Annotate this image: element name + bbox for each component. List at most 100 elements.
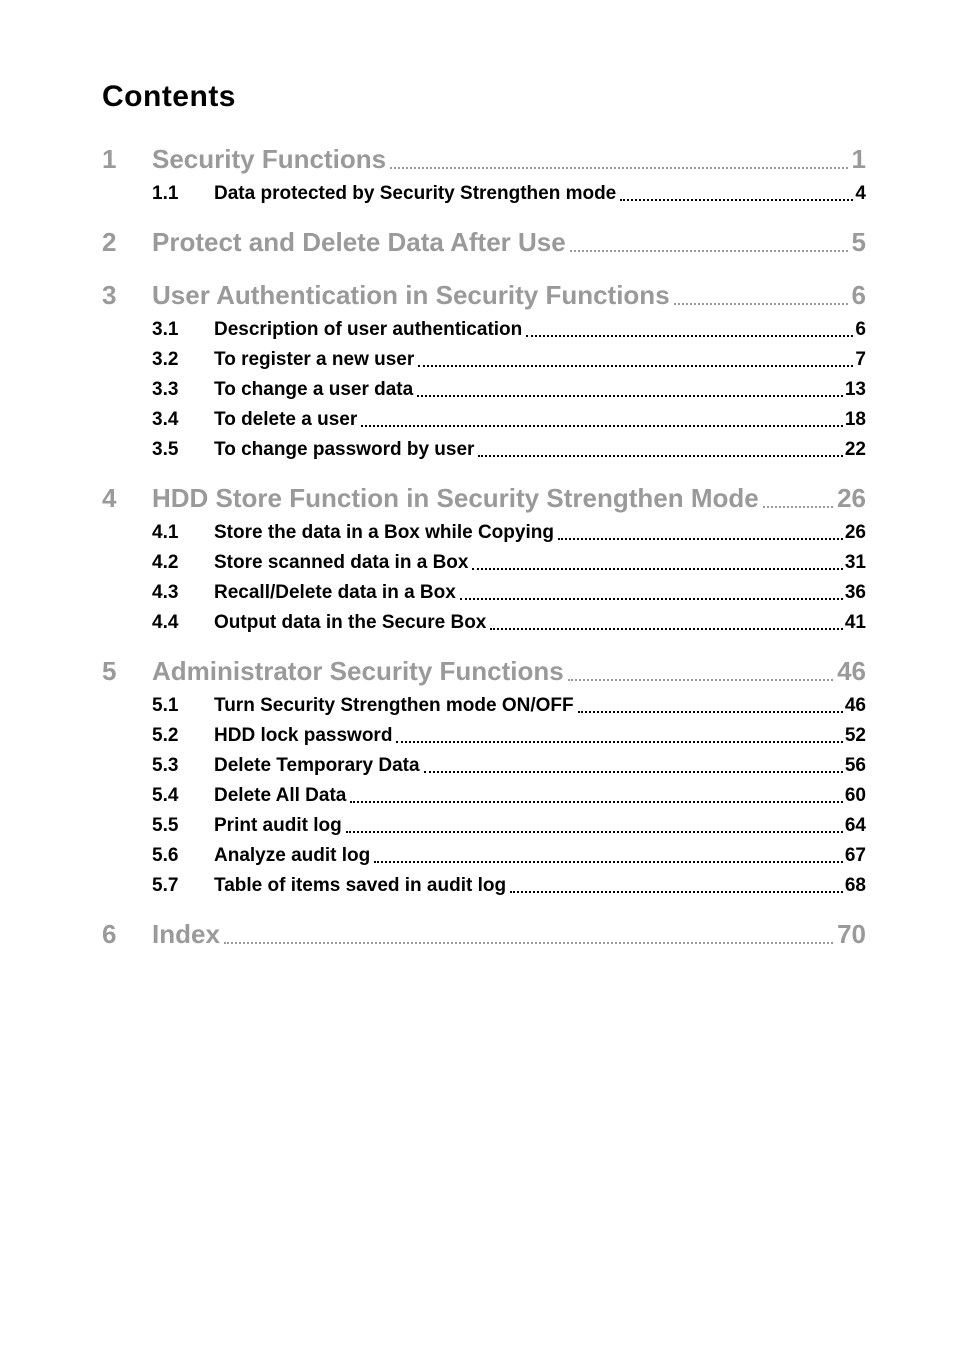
sub-title: Store scanned data in a Box (214, 552, 468, 574)
sub-title: Description of user authentication (214, 319, 522, 341)
sub-title: To delete a user (214, 409, 357, 431)
sub-page-number: 13 (845, 379, 866, 401)
chapter-page-number: 1 (852, 144, 866, 175)
chapter-page-number: 6 (852, 280, 866, 311)
sub-title: Delete All Data (214, 785, 346, 807)
sub-title: HDD lock password (214, 725, 392, 747)
chapter-body: Index 70 (152, 919, 866, 950)
sub-number: 4.1 (152, 522, 214, 544)
toc-chapter-row[interactable]: 1Security Functions 1 (102, 144, 866, 175)
sub-title: Delete Temporary Data (214, 755, 420, 777)
chapter-body: User Authentication in Security Function… (152, 280, 866, 311)
chapter-title: Administrator Security Functions (152, 656, 564, 687)
sub-page-number: 64 (845, 815, 866, 837)
contents-title: Contents (102, 80, 866, 114)
toc-sub-row[interactable]: 3.1Description of user authentication6 (102, 319, 866, 341)
toc-sub-row[interactable]: 3.2To register a new user7 (102, 349, 866, 371)
toc-sub-row[interactable]: 5.2HDD lock password 52 (102, 725, 866, 747)
chapter-page-number: 26 (837, 483, 866, 514)
dot-leader (417, 395, 843, 397)
sub-title: Recall/Delete data in a Box (214, 582, 456, 604)
dot-leader (350, 801, 843, 803)
sub-title: Output data in the Secure Box (214, 612, 486, 634)
sub-number: 5.1 (152, 695, 214, 717)
chapter-body: Security Functions 1 (152, 144, 866, 175)
toc-sub-row[interactable]: 3.5To change password by user22 (102, 439, 866, 461)
sub-title: To change password by user (214, 439, 474, 461)
toc-chapter-row[interactable]: 3User Authentication in Security Functio… (102, 280, 866, 311)
dot-leader (390, 167, 847, 169)
dot-leader (578, 711, 843, 713)
sub-number: 3.1 (152, 319, 214, 341)
toc-chapter-row[interactable]: 5Administrator Security Functions46 (102, 656, 866, 687)
sub-number: 3.3 (152, 379, 214, 401)
page: Contents 1Security Functions 1 1.1Data pro… (0, 0, 954, 1352)
sub-page-number: 36 (845, 582, 866, 604)
sub-number: 4.3 (152, 582, 214, 604)
sub-page-number: 46 (845, 695, 866, 717)
sub-page-number: 52 (845, 725, 866, 747)
dot-leader (568, 679, 833, 681)
toc-sub-row[interactable]: 4.2Store scanned data in a Box 31 (102, 552, 866, 574)
sub-number: 3.2 (152, 349, 214, 371)
sub-number: 4.2 (152, 552, 214, 574)
toc-sub-row[interactable]: 5.5Print audit log64 (102, 815, 866, 837)
toc-sub-row[interactable]: 4.4Output data in the Secure Box41 (102, 612, 866, 634)
toc-sub-row[interactable]: 3.4To delete a user 18 (102, 409, 866, 431)
toc-section: 6Index 70 (102, 919, 866, 950)
chapter-body: Protect and Delete Data After Use5 (152, 227, 866, 258)
toc-sub-row[interactable]: 5.6Analyze audit log67 (102, 845, 866, 867)
toc-sub-row[interactable]: 3.3To change a user data13 (102, 379, 866, 401)
dot-leader (424, 771, 843, 773)
toc-chapter-row[interactable]: 6Index 70 (102, 919, 866, 950)
sub-number: 5.4 (152, 785, 214, 807)
sub-page-number: 60 (845, 785, 866, 807)
chapter-page-number: 70 (837, 919, 866, 950)
sub-number: 5.7 (152, 875, 214, 897)
sub-page-number: 67 (845, 845, 866, 867)
sub-title: Data protected by Security Strengthen mo… (214, 183, 616, 205)
toc-sub-row[interactable]: 1.1Data protected by Security Strengthen… (102, 183, 866, 205)
toc-sub-row[interactable]: 5.3Delete Temporary Data 56 (102, 755, 866, 777)
sub-number: 1.1 (152, 183, 214, 205)
chapter-number: 2 (102, 227, 152, 258)
chapter-title: User Authentication in Security Function… (152, 280, 670, 311)
sub-page-number: 68 (845, 875, 866, 897)
toc-section: 5Administrator Security Functions46 5.1Tu… (102, 656, 866, 897)
dot-leader (510, 891, 843, 893)
chapter-number: 6 (102, 919, 152, 950)
toc-section: 4HDD Store Function in Security Strength… (102, 483, 866, 634)
chapter-title: Protect and Delete Data After Use (152, 227, 566, 258)
sub-number: 3.4 (152, 409, 214, 431)
sub-number: 5.3 (152, 755, 214, 777)
toc-sub-row[interactable]: 4.1Store the data in a Box while Copying… (102, 522, 866, 544)
dot-leader (490, 628, 842, 630)
sub-page-number: 56 (845, 755, 866, 777)
sub-page-number: 26 (845, 522, 866, 544)
sub-title: Turn Security Strengthen mode ON/OFF (214, 695, 574, 717)
chapter-title: Index (152, 919, 220, 950)
sub-number: 5.2 (152, 725, 214, 747)
table-of-contents: 1Security Functions 1 1.1Data protected by… (102, 144, 866, 950)
toc-sub-row[interactable]: 5.4Delete All Data 60 (102, 785, 866, 807)
dot-leader (224, 942, 833, 944)
toc-chapter-row[interactable]: 4HDD Store Function in Security Strength… (102, 483, 866, 514)
toc-section: 2Protect and Delete Data After Use5 (102, 227, 866, 258)
sub-page-number: 31 (845, 552, 866, 574)
sub-page-number: 7 (855, 349, 866, 371)
dot-leader (472, 568, 842, 570)
toc-sub-row[interactable]: 5.1Turn Security Strengthen mode ON/OFF 4… (102, 695, 866, 717)
sub-page-number: 18 (845, 409, 866, 431)
sub-number: 5.6 (152, 845, 214, 867)
dot-leader (374, 861, 843, 863)
chapter-title: HDD Store Function in Security Strengthe… (152, 483, 759, 514)
chapter-title: Security Functions (152, 144, 386, 175)
dot-leader (674, 303, 848, 305)
sub-number: 3.5 (152, 439, 214, 461)
sub-title: Print audit log (214, 815, 342, 837)
dot-leader (396, 741, 842, 743)
toc-sub-row[interactable]: 5.7Table of items saved in audit log68 (102, 875, 866, 897)
toc-sub-row[interactable]: 4.3Recall/Delete data in a Box 36 (102, 582, 866, 604)
toc-chapter-row[interactable]: 2Protect and Delete Data After Use5 (102, 227, 866, 258)
dot-leader (361, 425, 843, 427)
